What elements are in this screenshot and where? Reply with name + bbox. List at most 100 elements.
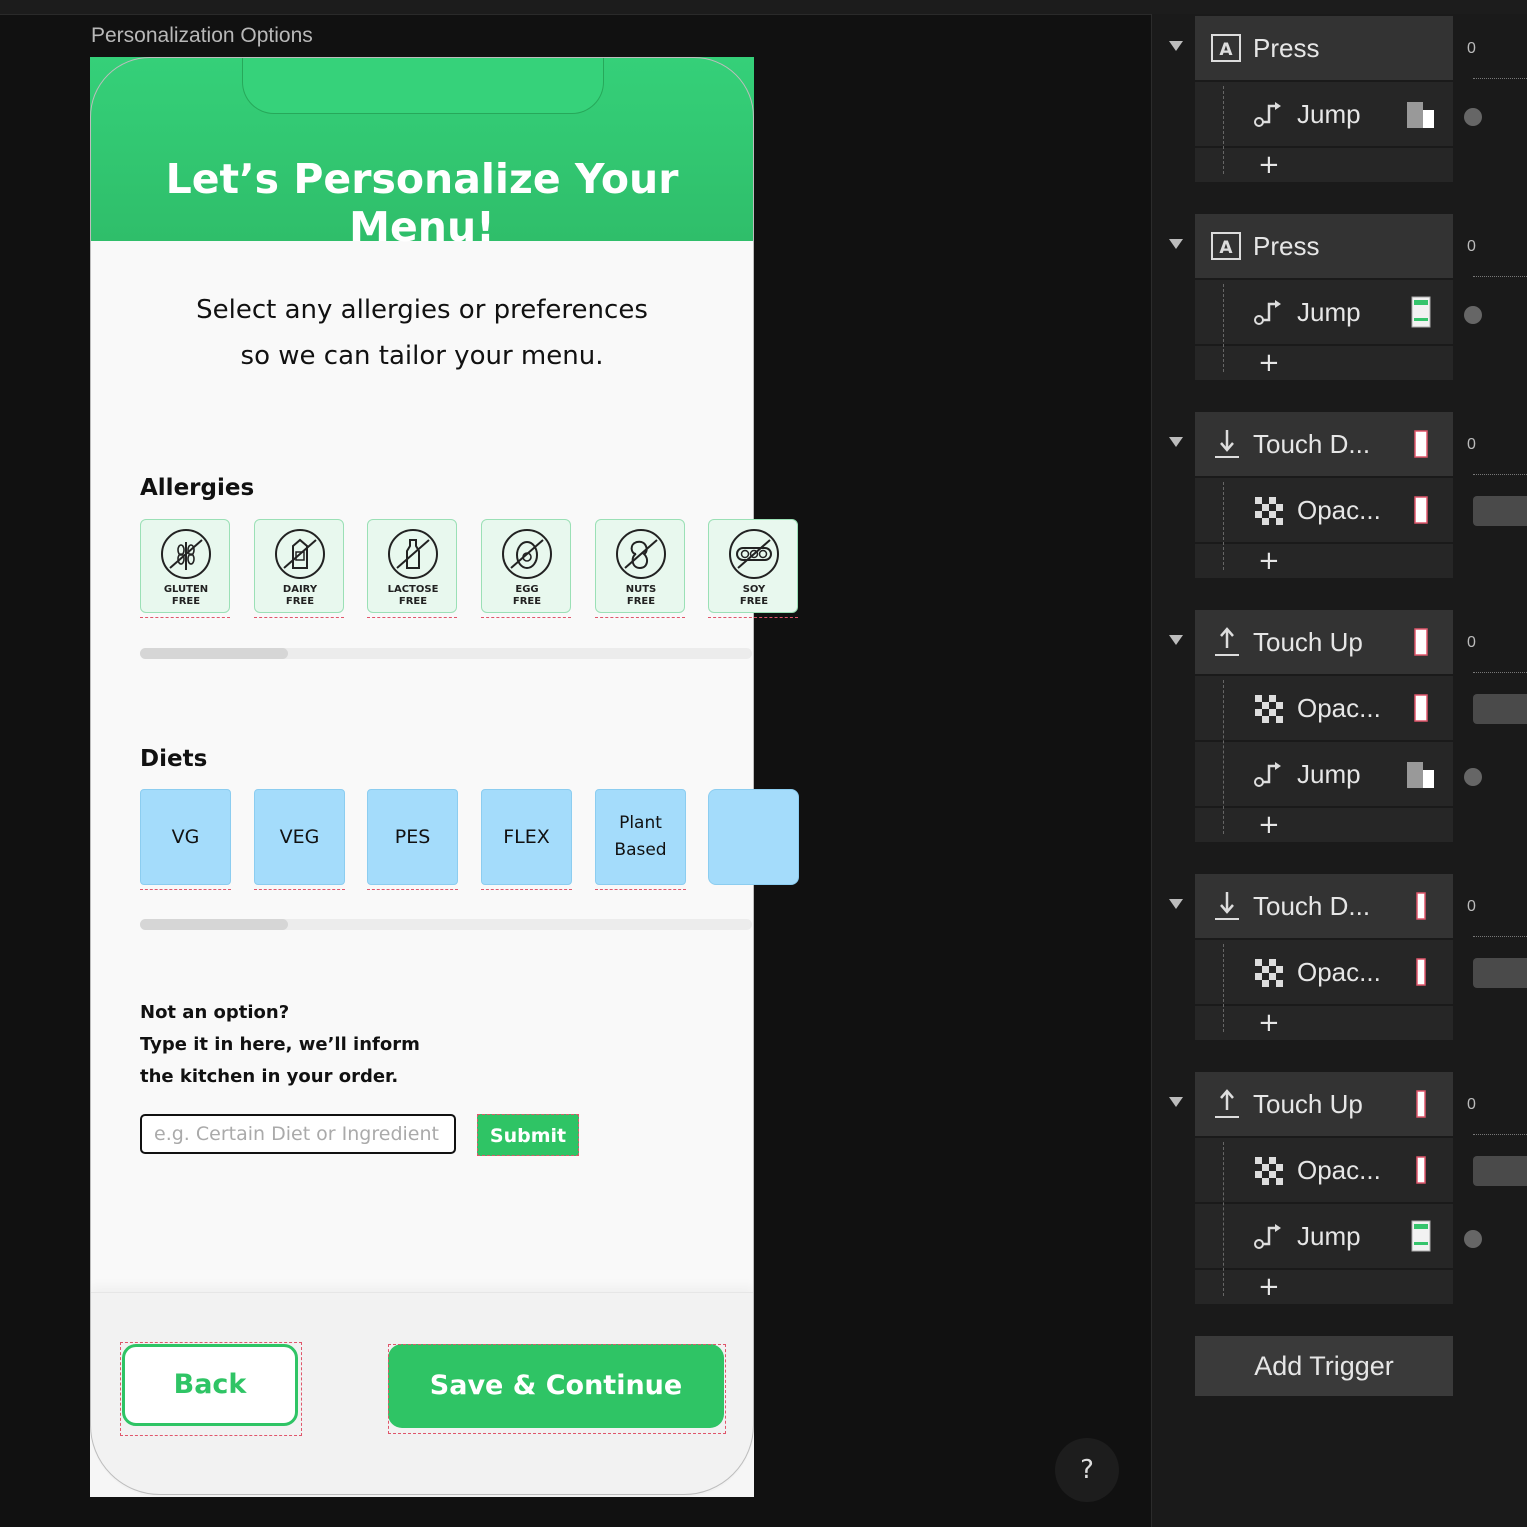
action-label: Opac... [1297,957,1381,987]
egg-icon [502,529,552,579]
add-action-row[interactable]: + [1195,148,1453,182]
chip-lactose-free[interactable]: LACTOSE FREE [367,519,457,618]
action-opacity[interactable]: Opac... [1195,940,1453,1004]
page-subtitle: Select any allergies or preferences so w… [150,287,694,379]
peanut-icon [616,529,666,579]
collapse-triangle-icon[interactable] [1169,437,1183,447]
keyframe-dot[interactable] [1464,306,1482,324]
action-label: Opac... [1297,1155,1381,1185]
action-label: Opac... [1297,495,1381,525]
diet-plant-based[interactable]: Plant Based [595,789,686,890]
scrollbar-thumb[interactable] [140,919,288,930]
svg-text:A: A [1219,40,1233,60]
add-action-row[interactable]: + [1195,1270,1453,1304]
timeline-bar[interactable] [1473,1156,1527,1186]
target-layer-icon [1416,1156,1426,1184]
chip-nuts-free[interactable]: NUTS FREE [595,519,685,618]
keyframe-dot[interactable] [1464,1230,1482,1248]
add-action-row[interactable]: + [1195,346,1453,380]
action-label: Jump [1297,1221,1361,1251]
trigger-press[interactable]: A Press [1195,16,1453,80]
trigger-label: Press [1253,231,1320,261]
artboard-label[interactable]: Personalization Options [91,24,313,48]
add-action-row[interactable]: + [1195,808,1453,842]
phone-artboard[interactable]: Let’s Personalize Your Menu! Select any … [90,57,799,1497]
collapse-triangle-icon[interactable] [1169,899,1183,909]
action-opacity[interactable]: Opac... [1195,1138,1453,1202]
trigger-touch-down[interactable]: Touch D... [1195,412,1453,476]
action-jump[interactable]: Jump [1195,280,1453,344]
collapse-triangle-icon[interactable] [1169,41,1183,51]
submit-button[interactable]: Submit [477,1114,579,1156]
action-jump[interactable]: Jump [1195,742,1453,806]
trigger-press[interactable]: A Press [1195,214,1453,278]
keyframe-dot[interactable] [1464,768,1482,786]
trigger-label: Touch Up [1253,1089,1363,1119]
trigger-touch-up[interactable]: Touch Up [1195,610,1453,674]
chip-egg-free[interactable]: EGG FREE [481,519,571,618]
scrollbar-thumb[interactable] [140,648,288,659]
collapse-triangle-icon[interactable] [1169,635,1183,645]
diet-label: VEG [279,825,320,848]
phone-notch [242,57,604,114]
custom-option-note: Not an option? Type it in here, we’ll in… [140,997,440,1093]
action-jump[interactable]: Jump [1195,82,1453,146]
action-opacity[interactable]: Opac... [1195,676,1453,740]
add-action-row[interactable]: + [1195,544,1453,578]
chip-label: SOY FREE [739,584,769,607]
help-button[interactable]: ? [1055,1438,1119,1502]
action-opacity[interactable]: Opac... [1195,478,1453,542]
subtitle-line: so we can tailor your menu. [240,341,604,371]
diets-scrollbar[interactable] [140,919,752,930]
note-line: Type it in here, we’ll inform [140,1034,420,1055]
chip-soy-free[interactable]: SOY FREE [708,519,798,618]
timeline-bar[interactable] [1473,694,1527,724]
selection-outline [367,617,457,618]
collapse-triangle-icon[interactable] [1169,1097,1183,1107]
timeline-bar[interactable] [1473,496,1527,526]
trigger-label: Press [1253,33,1320,63]
add-action-row[interactable]: + [1195,1006,1453,1040]
keyframe-dot[interactable] [1464,108,1482,126]
diet-flex[interactable]: FLEX [481,789,572,890]
timeline-bar[interactable] [1473,958,1527,988]
selection-outline [708,617,798,618]
chip-dairy-free[interactable]: DAIRY FREE [254,519,344,618]
back-button[interactable]: Back [122,1344,298,1426]
action-jump[interactable]: Jump [1195,1204,1453,1268]
target-layer-icon [1414,496,1428,524]
phone-screen: Let’s Personalize Your Menu! Select any … [90,57,754,1497]
target-layer-icon [1416,1090,1426,1118]
arrow-up-icon [1215,627,1239,656]
target-screen-icon [1407,102,1434,128]
diet-pes[interactable]: PES [367,789,458,890]
subtitle-line: Select any allergies or preferences [196,295,648,325]
trigger-touch-up[interactable]: Touch Up [1195,1072,1453,1136]
chip-label: GLUTEN FREE [163,584,209,607]
diet-extra[interactable] [708,789,799,885]
custom-option-input[interactable]: e.g. Certain Diet or Ingredient [140,1114,456,1154]
collapse-triangle-icon[interactable] [1169,239,1183,249]
press-a-icon: A [1211,232,1241,260]
selection-outline [140,617,230,618]
jump-icon [1254,102,1281,127]
diet-label: Plant Based [614,813,667,860]
trigger-label: Touch D... [1253,891,1371,921]
jump-icon [1254,300,1281,325]
press-a-icon: A [1211,34,1241,62]
save-continue-button[interactable]: Save & Continue [388,1344,724,1428]
add-trigger-button[interactable]: Add Trigger [1195,1336,1453,1396]
target-layer-icon [1416,958,1426,986]
target-layer-icon [1414,694,1428,722]
allergies-heading: Allergies [140,475,255,501]
trigger-label: Touch Up [1253,627,1363,657]
diet-vg[interactable]: VG [140,789,231,890]
chip-label: LACTOSE FREE [387,584,439,607]
target-layer-icon [1416,892,1426,920]
svg-text:A: A [1219,238,1233,258]
trigger-touch-down[interactable]: Touch D... [1195,874,1453,938]
diet-veg[interactable]: VEG [254,789,345,890]
chip-gluten-free[interactable]: GLUTEN FREE [140,519,230,618]
jump-icon [1254,762,1281,787]
allergies-scrollbar[interactable] [140,648,752,659]
